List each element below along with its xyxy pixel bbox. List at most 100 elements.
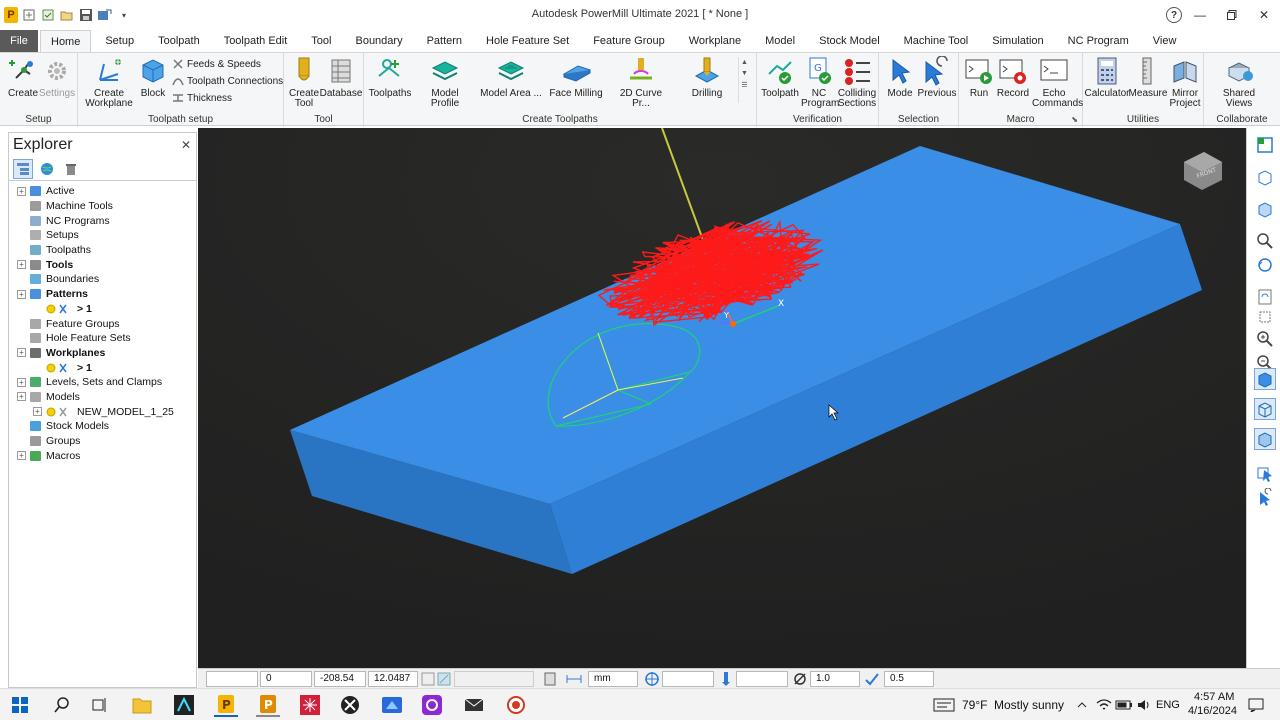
explorer-item[interactable]: NC Programs [9, 213, 196, 228]
tab-simulation[interactable]: Simulation [982, 30, 1053, 52]
view-iso-icon[interactable] [1254, 134, 1276, 156]
mail-icon[interactable] [462, 693, 486, 717]
diameter-field[interactable]: 1.0 [810, 671, 860, 687]
shaded-view-icon[interactable] [1254, 368, 1276, 390]
units-dimension-icon[interactable] [566, 671, 582, 687]
zoom-icon[interactable] [1254, 230, 1276, 252]
database-button[interactable]: Database [320, 55, 362, 99]
nc-program-verify-button[interactable]: G NC Program [801, 55, 839, 109]
clock-date[interactable]: 4/16/2024 [1188, 705, 1237, 717]
explorer-item[interactable]: Stock Models [9, 419, 196, 434]
explorer-item[interactable]: + Tools [9, 257, 196, 272]
explorer-item[interactable]: Groups [9, 434, 196, 449]
gallery-up-icon[interactable]: ▲ [741, 59, 748, 66]
app-pinned-1-icon[interactable] [172, 693, 196, 717]
tray-chevron-up-icon[interactable] [1070, 693, 1094, 717]
macro-record-button[interactable]: Record [995, 55, 1031, 99]
settings-setup-button[interactable]: Settings [39, 55, 75, 99]
tab-model[interactable]: Model [755, 30, 805, 52]
coord-x-field[interactable]: 0 [260, 671, 312, 687]
3d-viewport[interactable]: X Y FRONT [198, 128, 1246, 668]
diameter-icon[interactable] [792, 671, 808, 687]
app-pinned-blue-icon[interactable] [380, 693, 404, 717]
tab-feature-group[interactable]: Feature Group [583, 30, 675, 52]
units-field[interactable]: mm [588, 671, 638, 687]
gallery-down-icon[interactable]: ▼ [741, 70, 748, 77]
tab-setup[interactable]: Setup [95, 30, 144, 52]
tab-pattern[interactable]: Pattern [417, 30, 472, 52]
model-area-button[interactable]: Model Area ... [480, 55, 542, 99]
explorer-item[interactable]: + Macros [9, 448, 196, 463]
windows-start-icon[interactable] [8, 693, 32, 717]
tree-expand-icon[interactable]: + [17, 451, 26, 461]
explorer-item[interactable]: + Active [9, 184, 196, 199]
tab-nc-program[interactable]: NC Program [1058, 30, 1139, 52]
transparent-view-icon[interactable] [1254, 428, 1276, 450]
language-indicator[interactable]: ENG [1156, 699, 1180, 711]
explorer-item[interactable]: Setups [9, 228, 196, 243]
tab-hole-feature-set[interactable]: Hole Feature Set [476, 30, 579, 52]
powermill-logo-icon[interactable]: P [4, 7, 18, 23]
tab-view[interactable]: View [1143, 30, 1187, 52]
echo-commands-button[interactable]: Echo Commands [1032, 55, 1083, 109]
volume-icon[interactable] [1132, 693, 1156, 717]
block-button[interactable]: Block [138, 55, 168, 99]
save-as-icon[interactable] [97, 7, 113, 23]
create-setup-button[interactable]: Create [6, 55, 40, 99]
file-explorer-icon[interactable] [130, 693, 154, 717]
snap-toggle-icon[interactable] [436, 671, 452, 687]
app-pinned-red-icon[interactable] [298, 693, 322, 717]
task-view-icon[interactable] [88, 693, 112, 717]
tree-expand-icon[interactable]: + [33, 407, 42, 417]
select-previous-cursor-icon[interactable] [1254, 486, 1276, 508]
explorer-item[interactable]: Boundaries [9, 272, 196, 287]
explorer-item[interactable]: + Levels, Sets and Clamps [9, 375, 196, 390]
tool-field[interactable] [736, 671, 788, 687]
xbox-icon[interactable] [338, 693, 362, 717]
face-milling-button[interactable]: Face Milling [548, 55, 604, 99]
tree-expand-icon[interactable]: + [17, 392, 26, 402]
tree-expand-icon[interactable]: + [17, 377, 26, 387]
create-workplane-button[interactable]: Create Workplane [82, 55, 136, 109]
explorer-globe-icon[interactable] [37, 159, 57, 179]
tab-stock-model[interactable]: Stock Model [809, 30, 890, 52]
toolpath-connections-button[interactable]: Toolpath Connections [172, 75, 283, 87]
new-project-icon[interactable] [21, 7, 37, 23]
restore-icon[interactable] [1216, 0, 1248, 30]
explorer-item[interactable]: + Workplanes [9, 346, 196, 361]
explorer-close-icon[interactable]: ✕ [181, 138, 191, 152]
tree-expand-icon[interactable]: + [17, 348, 26, 358]
tab-toolpath-edit[interactable]: Toolpath Edit [214, 30, 298, 52]
2d-curve-profile-button[interactable]: 2D Curve Pr... [610, 55, 672, 109]
drilling-button[interactable]: Drilling [684, 55, 730, 99]
calculator-button[interactable]: Calculator [1084, 55, 1130, 99]
notification-icon[interactable] [1244, 693, 1268, 717]
explorer-item[interactable]: Toolpaths [9, 243, 196, 258]
customize-qat-icon[interactable]: ▾ [116, 7, 132, 23]
save-icon[interactable] [78, 7, 94, 23]
tool-status-icon[interactable] [718, 671, 734, 687]
wireframe-view-icon[interactable] [1254, 398, 1276, 420]
minimize-icon[interactable]: — [1184, 0, 1216, 30]
selection-previous-button[interactable]: Previous [917, 55, 957, 99]
macro-dialog-launcher-icon[interactable]: ⬊ [1071, 115, 1078, 124]
tab-home[interactable]: Home [40, 30, 92, 52]
shared-views-button[interactable]: Shared Views [1212, 55, 1266, 109]
powermill-taskbar-icon[interactable]: P [214, 693, 238, 717]
zoom-box-icon[interactable] [1254, 308, 1276, 330]
tab-workplane[interactable]: Workplane [679, 30, 751, 52]
toolpaths-button[interactable]: Toolpaths [368, 55, 412, 99]
mirror-project-button[interactable]: Mirror Project [1167, 55, 1203, 109]
clock-time[interactable]: 4:57 AM [1194, 691, 1234, 703]
explorer-item[interactable]: + Models [9, 390, 196, 405]
tree-expand-icon[interactable]: + [17, 186, 26, 196]
explorer-delete-icon[interactable] [61, 159, 81, 179]
grid-toggle-icon[interactable] [420, 671, 436, 687]
toolpath-gallery-scroll[interactable]: ▲ ▼ ☰ [738, 57, 750, 103]
explorer-tree-view-icon[interactable] [13, 159, 33, 179]
select-cursor-icon[interactable] [1254, 462, 1276, 484]
coord-y-field[interactable]: -208.54 [314, 671, 366, 687]
tree-expand-icon[interactable]: + [17, 289, 26, 299]
selection-mode-button[interactable]: Mode [883, 55, 917, 99]
zoom-in-icon[interactable] [1254, 328, 1276, 350]
